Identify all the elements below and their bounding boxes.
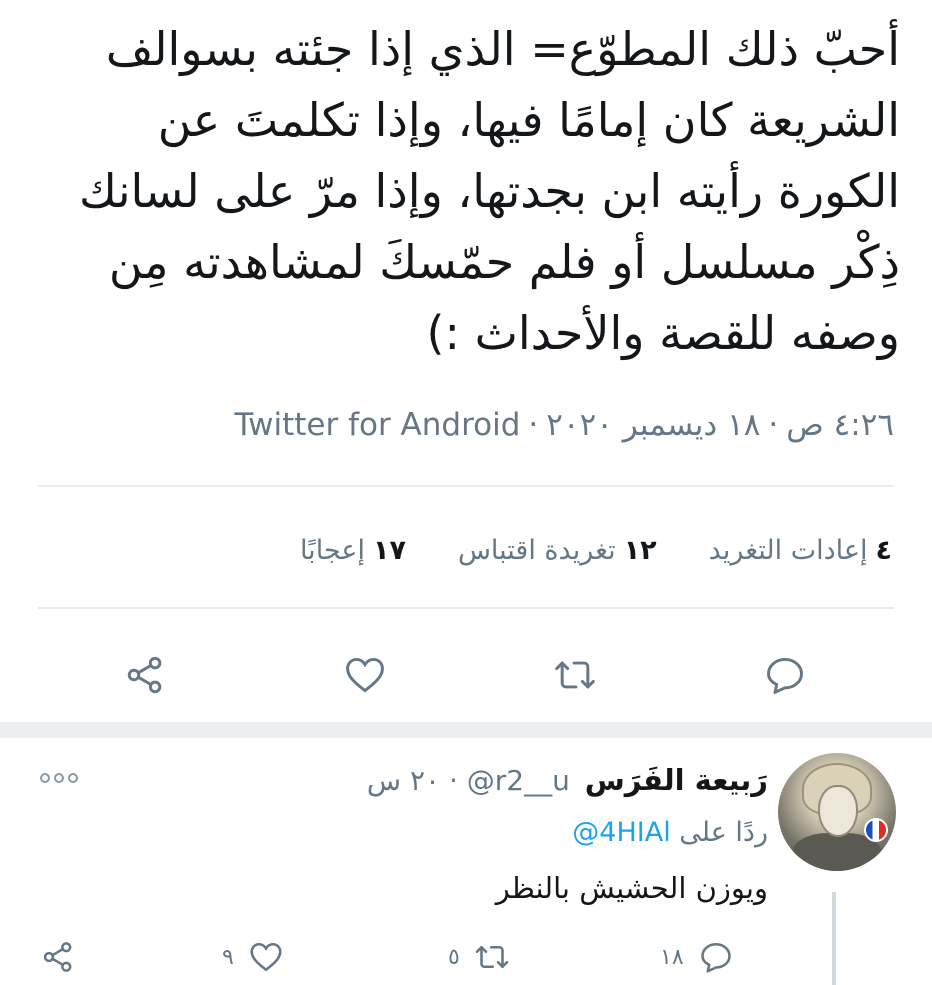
- tweet-line: الشريعة كان إمامًا فيها، وإذا تكلمتَ عن: [157, 93, 900, 147]
- retweet-button[interactable]: [540, 640, 610, 710]
- share-icon: [127, 656, 162, 694]
- retweets-label: إعادات التغريد: [708, 535, 868, 566]
- reply-reply-count: ١٨: [660, 944, 684, 970]
- tweet-actions: [0, 640, 932, 710]
- tweet-text: أحبّ ذلك المطوّع= الذي إذا جئته بسوالف ا…: [40, 14, 900, 369]
- reply-like-button[interactable]: ٩: [222, 934, 284, 980]
- replying-mention-link[interactable]: @4HIAl: [572, 817, 670, 848]
- tweet-line: وصفه للقصة والأحداث :): [426, 306, 900, 360]
- tweet-time: ٤:٢٦ ص: [786, 407, 894, 443]
- reply-retweet-count: ٥: [448, 944, 460, 970]
- tweet-source-link[interactable]: Twitter for Android: [234, 407, 520, 443]
- tweet-line: الكورة رأيته ابن بجدتها، وإذا مرّ على لس…: [78, 164, 900, 218]
- reply-button[interactable]: [750, 640, 820, 710]
- likes-stat[interactable]: ١٧إعجابًا: [300, 528, 406, 574]
- tweet-line: ذِكْر مسلسل أو فلم حمّسكَ لمشاهدته مِن: [108, 235, 900, 289]
- like-button[interactable]: [330, 640, 400, 710]
- reply-author-handle[interactable]: @r2__u: [467, 764, 570, 797]
- reply-like-count: ٩: [222, 944, 234, 970]
- retweets-stat[interactable]: ٤إعادات التغريد: [709, 528, 892, 574]
- share-button[interactable]: [110, 640, 180, 710]
- thread-line: [832, 892, 836, 985]
- reply-text: ويوزن الحشيش بالنظر: [495, 871, 768, 905]
- share-icon: [43, 942, 72, 972]
- retweets-count: ٤: [875, 535, 892, 566]
- dot-icon: [40, 773, 50, 783]
- heart-icon: [250, 942, 282, 972]
- reply-time: ٢٠ س: [366, 764, 441, 797]
- quotes-label: تغريدة اقتباس: [457, 535, 616, 566]
- reply-retweet-button[interactable]: ٥: [448, 934, 510, 980]
- reply-header: رَبيعة الفَرَس @r2__u · ٢٠ س: [367, 758, 768, 803]
- retweet-icon: [475, 945, 509, 969]
- divider: [38, 607, 894, 609]
- dot-icon: [54, 773, 64, 783]
- flag-badge-icon: [864, 818, 888, 842]
- likes-label: إعجابًا: [299, 535, 365, 566]
- more-options-button[interactable]: [40, 766, 84, 790]
- replying-label: ردًا على: [679, 817, 768, 848]
- reply-dot: ·: [448, 764, 458, 797]
- meta-dot: ·: [768, 407, 779, 443]
- quotes-count: ١٢: [623, 535, 657, 566]
- avatar-face: [818, 785, 858, 837]
- tweet-date: ١٨ ديسمبر ٢٠٢٠: [546, 407, 761, 443]
- dot-icon: [68, 773, 78, 783]
- quotes-stat[interactable]: ١٢تغريدة اقتباس: [458, 528, 657, 574]
- retweet-icon: [555, 661, 595, 689]
- reply-share-button[interactable]: [40, 934, 76, 980]
- divider: [38, 485, 894, 487]
- reply-author-name[interactable]: رَبيعة الفَرَس: [585, 763, 768, 797]
- reply-icon: [767, 657, 803, 694]
- reply-icon: [700, 942, 731, 973]
- section-separator: [0, 722, 932, 738]
- avatar[interactable]: [778, 753, 896, 871]
- likes-count: ١٧: [372, 535, 406, 566]
- heart-icon: [346, 657, 384, 693]
- meta-dot: ·: [528, 407, 539, 443]
- tweet-meta: ٤:٢٦ ص·١٨ ديسمبر ٢٠٢٠·Twitter for Androi…: [34, 402, 894, 448]
- reply-reply-button[interactable]: ١٨: [660, 934, 734, 980]
- tweet-stats: ٤إعادات التغريد ١٢تغريدة اقتباس ١٧إعجابً…: [32, 528, 892, 574]
- tweet-line: أحبّ ذلك المطوّع= الذي إذا جئته بسوالف: [105, 22, 900, 76]
- replying-to: ردًا على @4HIAl: [572, 812, 768, 854]
